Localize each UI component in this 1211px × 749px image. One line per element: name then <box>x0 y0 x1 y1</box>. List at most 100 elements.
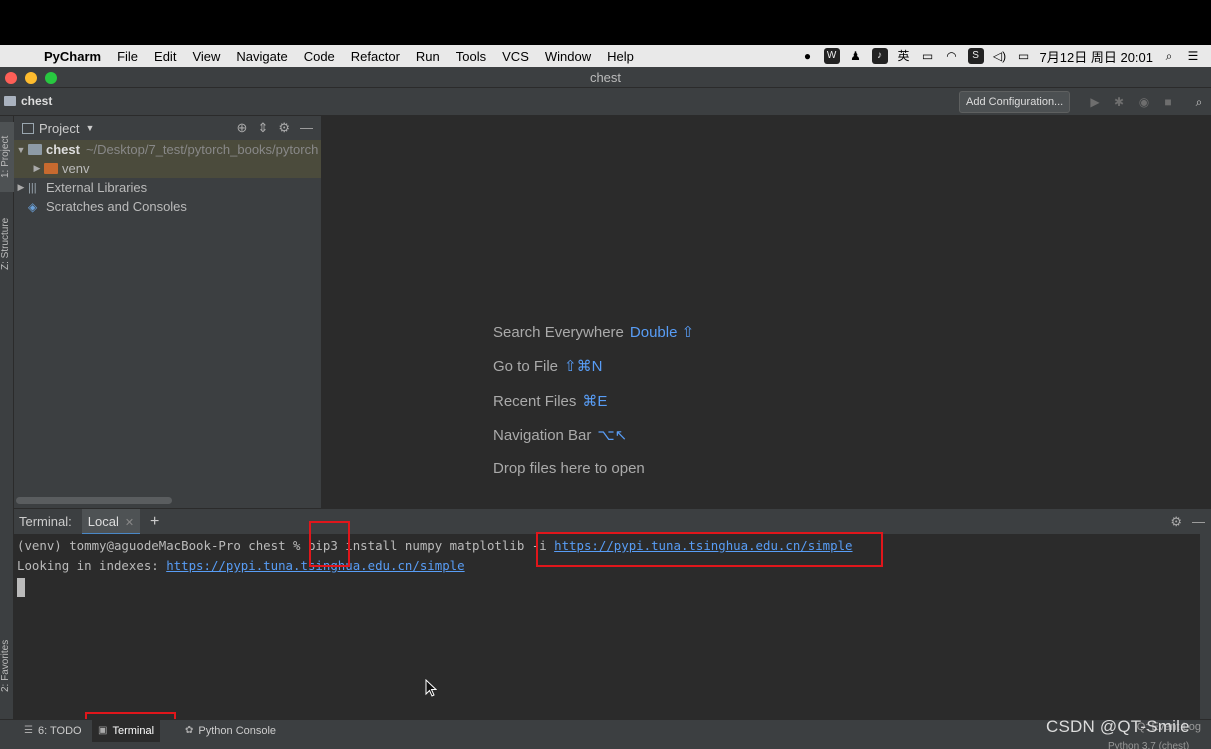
command-args: install numpy matplotlib -i <box>337 538 555 553</box>
tree-item-chest[interactable]: ▼ chest ~/Desktop/7_test/pytorch_books/p… <box>14 140 321 159</box>
annotation-box-index-url <box>536 532 883 567</box>
minimize-window-button[interactable] <box>25 72 37 84</box>
gear-icon[interactable]: ⚙ <box>1170 514 1182 530</box>
close-window-button[interactable] <box>5 72 17 84</box>
keyboard-icon[interactable]: ▭ <box>920 48 936 64</box>
tree-item-label: Scratches and Consoles <box>46 199 187 214</box>
notification-center-icon[interactable]: ☰ <box>1185 48 1201 64</box>
menu-help[interactable]: Help <box>599 49 642 64</box>
terminal-tab-local[interactable]: Local ✕ <box>81 508 141 535</box>
breadcrumb-project[interactable]: chest <box>21 94 52 108</box>
terminal-scrollbar[interactable] <box>1200 534 1211 719</box>
input-method-icon[interactable]: 英 <box>896 48 912 64</box>
hide-panel-icon[interactable]: — <box>1192 514 1205 530</box>
expanded-arrow-icon[interactable]: ▼ <box>14 145 28 155</box>
hint-search-everywhere: Search Everywhere Double ⇧ <box>493 324 695 341</box>
mouse-pointer-icon <box>425 679 437 697</box>
window-titlebar: chest <box>0 67 1211 88</box>
breadcrumb[interactable]: chest <box>4 94 52 108</box>
tree-item-venv[interactable]: ▶ venv <box>14 159 321 178</box>
scratches-icon: ◈ <box>28 199 38 214</box>
left-tool-stripe: 1: Project Z: Structure 2: Favorites <box>0 116 14 719</box>
terminal-tool-button[interactable]: ▣ Terminal <box>92 720 161 742</box>
editor-area: Search Everywhere Double ⇧ Go to File ⇧⌘N … <box>322 116 1211 508</box>
collapsed-arrow-icon[interactable]: ▶ <box>30 163 44 174</box>
excluded-folder-icon <box>44 163 58 174</box>
chevron-down-icon[interactable]: ▼ <box>85 123 94 133</box>
traffic-lights <box>5 72 57 84</box>
close-tab-icon[interactable]: ✕ <box>125 517 134 529</box>
battery-icon[interactable]: ▭ <box>1016 48 1032 64</box>
volume-icon[interactable]: ◁) <box>992 48 1008 64</box>
menu-tools[interactable]: Tools <box>448 49 494 64</box>
menu-navigate[interactable]: Navigate <box>228 49 295 64</box>
shortcut-key: ⌥↖ <box>597 426 628 444</box>
app-menu[interactable]: PyCharm <box>44 49 101 64</box>
spotlight-search-icon[interactable]: ⌕ <box>1161 48 1177 64</box>
tree-item-scratches[interactable]: ◈ Scratches and Consoles <box>14 197 321 216</box>
tree-item-label: chest <box>46 142 80 157</box>
todo-tool-button[interactable]: ☰ 6: TODO <box>18 720 88 742</box>
shortcut-key: ⇧⌘N <box>564 358 603 376</box>
record-icon[interactable]: ● <box>800 48 816 64</box>
shortcut-key: Double ⇧ <box>629 324 695 341</box>
shortcut-key: ⌘E <box>582 392 608 410</box>
tree-item-external-libraries[interactable]: ▶ ||| External Libraries <box>14 178 321 197</box>
project-tool-tab[interactable]: 1: Project <box>0 122 14 192</box>
qq-icon[interactable]: ♟ <box>848 48 864 64</box>
wifi-icon[interactable]: ◠ <box>944 48 960 64</box>
menubar-status-area: ● W ♟ ♪ 英 ▭ ◠ S ◁) ▭ 7月12日 周日 20:01 ⌕ ☰ <box>800 45 1201 67</box>
menu-refactor[interactable]: Refactor <box>343 49 408 64</box>
editor-empty-hints: Search Everywhere Double ⇧ Go to File ⇧⌘N … <box>493 323 694 494</box>
folder-icon <box>4 96 16 106</box>
gear-icon[interactable]: ⚙ <box>278 120 290 136</box>
collapse-all-icon[interactable]: ⇕ <box>257 120 268 136</box>
todo-icon: ☰ <box>24 725 33 736</box>
window-title: chest <box>589 70 622 85</box>
coverage-icon[interactable]: ◉ <box>1137 95 1151 109</box>
debug-icon[interactable]: ✱ <box>1112 95 1126 109</box>
menu-run[interactable]: Run <box>408 49 448 64</box>
hide-panel-icon[interactable]: — <box>300 120 313 136</box>
project-view-selector[interactable]: Project <box>39 121 79 136</box>
hint-navigation-bar: Navigation Bar ⌥↖ <box>493 426 628 444</box>
mac-menubar: PyCharm File Edit View Navigate Code Ref… <box>0 45 1211 67</box>
favorites-tool-tab[interactable]: 2: Favorites <box>0 621 14 711</box>
terminal-icon: ▣ <box>98 725 108 736</box>
python-icon: ✿ <box>185 725 194 736</box>
interpreter-status[interactable]: Python 3.7 (chest) <box>1108 741 1189 749</box>
menu-code[interactable]: Code <box>296 49 343 64</box>
zoom-window-button[interactable] <box>45 72 57 84</box>
project-view-icon <box>22 122 34 134</box>
wps-icon[interactable]: W <box>823 48 840 64</box>
tree-item-path: ~/Desktop/7_test/pytorch_books/pytorch <box>85 142 319 157</box>
clock[interactable]: 7月12日 周日 20:01 <box>1040 47 1153 66</box>
add-configuration-button[interactable]: Add Configuration... <box>959 91 1071 113</box>
run-icon[interactable]: ▶ <box>1088 95 1102 109</box>
collapsed-arrow-icon[interactable]: ▶ <box>14 182 28 193</box>
menu-edit[interactable]: Edit <box>146 49 184 64</box>
horizontal-scrollbar[interactable] <box>16 497 172 504</box>
hint-drop-files: Drop files here to open <box>493 460 645 478</box>
search-icon[interactable]: ⌕ <box>1192 95 1206 109</box>
menu-view[interactable]: View <box>184 49 228 64</box>
tree-item-label: venv <box>62 161 90 176</box>
terminal-cursor <box>17 578 25 597</box>
stop-icon[interactable]: ■ <box>1161 95 1175 109</box>
locate-file-icon[interactable]: ⊕ <box>237 120 248 136</box>
tree-item-label: External Libraries <box>46 180 148 195</box>
annotation-box-pip3 <box>309 521 350 567</box>
terminal-label: Terminal: <box>19 514 72 529</box>
python-console-tool-button[interactable]: ✿ Python Console <box>179 720 282 742</box>
hint-recent-files: Recent Files ⌘E <box>493 392 608 410</box>
project-tree: ▼ chest ~/Desktop/7_test/pytorch_books/p… <box>14 140 321 216</box>
menu-vcs[interactable]: VCS <box>494 49 537 64</box>
navigation-bar: chest Add Configuration... ▶ ✱ ◉ ■ ⌕ <box>0 88 1211 116</box>
structure-tool-tab[interactable]: Z: Structure <box>0 204 14 284</box>
new-terminal-tab-button[interactable]: + <box>150 513 159 531</box>
watermark: CSDN @QT-Smile <box>1046 717 1190 736</box>
menu-file[interactable]: File <box>109 49 146 64</box>
s-app-icon[interactable]: S <box>967 48 984 64</box>
mic-icon[interactable]: ♪ <box>871 48 888 64</box>
menu-window[interactable]: Window <box>537 49 599 64</box>
